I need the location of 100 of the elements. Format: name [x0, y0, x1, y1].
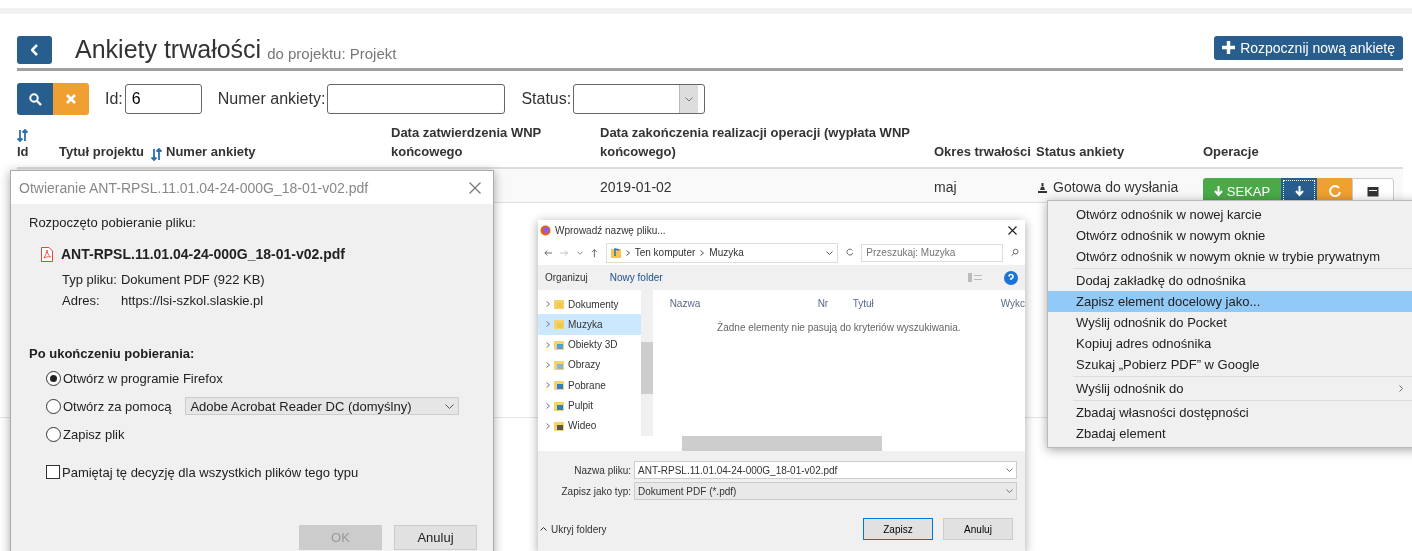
radio-button[interactable] — [46, 398, 61, 414]
chevron-down-icon — [1006, 489, 1013, 493]
dialog-button[interactable]: Anuluj — [394, 525, 477, 550]
folder-item[interactable]: Wideo — [538, 415, 642, 436]
folder-icon — [554, 400, 564, 411]
search-icon — [1011, 248, 1019, 257]
menu-item[interactable]: Otwórz odnośnik w nowym oknie w trybie prywatnym — [1048, 246, 1412, 267]
chevron-down-icon — [445, 403, 455, 409]
filter-label: Id: — [105, 90, 123, 108]
folder-icon — [554, 319, 564, 330]
option-label[interactable]: Zapisz plik — [63, 426, 125, 442]
folder-icon — [554, 339, 564, 350]
menu-item[interactable]: Zapisz element docelowy jako... — [1048, 291, 1412, 312]
chevron-down-icon — [685, 96, 694, 102]
toolbar-item[interactable]: Nowy folder — [609, 272, 663, 283]
chevron-right-icon — [546, 341, 550, 348]
application-dropdown[interactable]: Adobe Acrobat Reader DC (domyślny) — [185, 397, 460, 415]
status-text: Gotowa do wysłania — [1053, 179, 1179, 195]
column-header: Operacje — [1203, 143, 1259, 161]
empty-message: Żadne elementy nie pasują do kryteriów wyszukiwania. — [716, 322, 962, 333]
menu-item[interactable]: Otwórz odnośnik w nowej karcie — [1048, 204, 1412, 225]
back-arrow-icon[interactable] — [544, 248, 553, 257]
download-icon — [1294, 185, 1304, 197]
search-field[interactable]: Przeszukaj: Muzyka — [861, 243, 1004, 262]
chevron-right-icon — [546, 301, 550, 308]
column-header[interactable]: Tytuł — [852, 297, 1001, 309]
column-header: Status ankiety — [1036, 143, 1125, 161]
table-cell-text: maj — [934, 179, 958, 195]
menu-item[interactable]: Otwórz odnośnik w nowym oknie — [1048, 225, 1412, 246]
file-type-select[interactable]: Dokument PDF (*.pdf) — [634, 482, 1017, 500]
detail-value: https://lsi-szkol.slaskie.pl — [120, 293, 265, 308]
column-header[interactable]: Numer ankiety — [166, 142, 256, 161]
menu-item[interactable]: Wyślij odnośnik do Pocket — [1048, 312, 1412, 333]
chevron-down-icon — [825, 250, 833, 255]
folder-item[interactable]: Obrazy — [538, 354, 642, 376]
option-label[interactable]: Otwórz w programie Firefox — [63, 370, 223, 386]
status-select[interactable] — [573, 84, 706, 114]
filter-input[interactable] — [327, 84, 506, 114]
menu-item[interactable]: Zbadaj element — [1048, 423, 1412, 444]
folder-item[interactable]: Dokumenty — [538, 294, 642, 315]
up-arrow-icon[interactable] — [590, 247, 598, 258]
chevron-left-icon — [30, 43, 39, 56]
dialog-text: Rozpoczęto pobieranie pliku: — [29, 215, 197, 230]
folder-item[interactable]: Pulpit — [538, 395, 642, 416]
folder-icon — [554, 299, 564, 310]
column-header[interactable]: Nr — [817, 297, 853, 309]
chevron-down-icon[interactable] — [576, 250, 583, 255]
column-header: Data zatwierdzenia WNP końcowego — [391, 124, 543, 161]
folder-item[interactable]: Pobrane — [538, 375, 642, 396]
checkbox-label[interactable]: Pamiętaj tę decyzję dla wszystkich plików tego typu — [62, 464, 359, 480]
scrollbar[interactable] — [641, 290, 653, 436]
menu-item[interactable]: Kopiuj adres odnośnika — [1048, 333, 1412, 354]
toolbar-item[interactable]: Organizuj — [545, 272, 588, 283]
radio-button[interactable] — [46, 370, 61, 386]
dialog-button[interactable]: Anuluj — [943, 518, 1013, 540]
option-label[interactable]: Otwórz za pomocą — [63, 398, 172, 414]
back-button[interactable] — [17, 35, 52, 64]
page-subtitle: do projektu: Projekt — [267, 45, 397, 62]
music-folder-icon — [610, 247, 621, 258]
hide-folders-toggle[interactable]: Ukryj foldery — [540, 523, 607, 535]
column-header[interactable]: Nazwa — [669, 297, 818, 309]
search-icon — [28, 92, 42, 106]
menu-item[interactable]: Zbadaj własności dostępności — [1048, 402, 1412, 423]
chevron-right-icon — [546, 402, 550, 409]
dialog-title: Otwieranie ANT-RPSL.11.01.04-24-000G_18-01-v02.pdf — [19, 179, 369, 196]
column-header: Okres trwałości — [934, 143, 1031, 161]
filename-field[interactable]: ANT-RPSL.11.01.04-24-000G_18-01-v02.pdf — [634, 461, 1017, 479]
chevron-right-icon — [546, 321, 550, 328]
close-icon[interactable] — [1008, 225, 1017, 235]
chevron-down-icon — [1006, 468, 1013, 472]
section-heading: Po ukończeniu pobierania: — [29, 346, 196, 361]
chevron-up-icon — [540, 527, 547, 531]
menu-item[interactable]: Szukaj „Pobierz PDF” w Google — [1048, 354, 1412, 375]
filter-label: Numer ankiety: — [217, 90, 326, 108]
chevron-right-icon — [700, 249, 705, 256]
folder-icon — [554, 380, 564, 391]
scrollbar-thumb[interactable] — [682, 436, 882, 451]
column-header[interactable]: Wykc — [1000, 297, 1025, 309]
folder-item[interactable]: Muzyka — [538, 314, 642, 335]
chevron-right-icon — [546, 422, 550, 429]
menu-item[interactable]: Wyślij odnośnik do — [1048, 378, 1412, 399]
filter-input[interactable]: 6 — [124, 84, 202, 114]
breadcrumb-item[interactable]: Muzyka — [709, 247, 744, 258]
dialog-button[interactable]: Zapisz — [863, 518, 933, 540]
address-bar[interactable]: Ten komputer Muzyka — [605, 242, 838, 263]
folder-item[interactable]: Obiekty 3D — [538, 334, 642, 355]
search-button[interactable] — [17, 83, 53, 115]
menu-item[interactable]: Dodaj zakładkę do odnośnika — [1048, 270, 1412, 291]
field-label: Zapisz jako typ: — [560, 485, 632, 497]
radio-button[interactable] — [46, 426, 61, 442]
refresh-icon[interactable] — [845, 248, 854, 257]
checkbox[interactable] — [46, 465, 60, 479]
folder-icon — [554, 420, 564, 431]
column-header[interactable]: Id — [17, 142, 29, 161]
help-icon[interactable] — [1004, 270, 1018, 285]
pdf-file-icon — [41, 246, 53, 262]
page-title: Ankiety trwałości — [75, 35, 262, 64]
new-survey-button[interactable]: Rozpocznij nową ankietę — [1214, 35, 1403, 60]
breadcrumb-item[interactable]: Ten komputer — [634, 247, 696, 258]
plus-icon — [1222, 41, 1236, 54]
